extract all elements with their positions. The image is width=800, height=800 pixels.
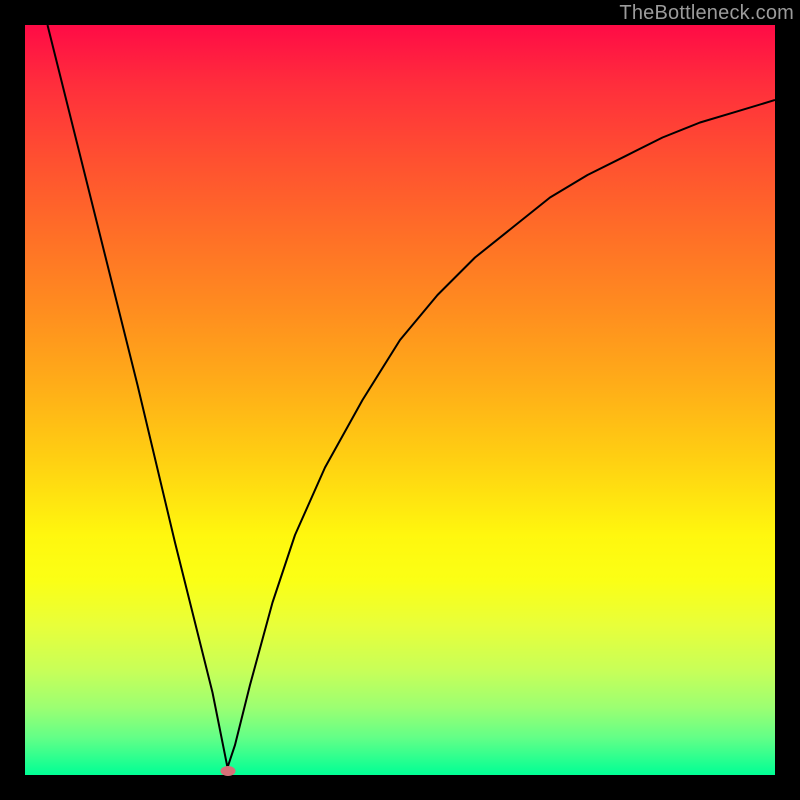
chart-frame: TheBottleneck.com — [0, 0, 800, 800]
bottleneck-curve — [48, 25, 776, 768]
plot-area — [25, 25, 775, 775]
curve-svg — [25, 25, 775, 775]
minimum-marker — [220, 766, 235, 776]
watermark-label: TheBottleneck.com — [619, 2, 794, 25]
